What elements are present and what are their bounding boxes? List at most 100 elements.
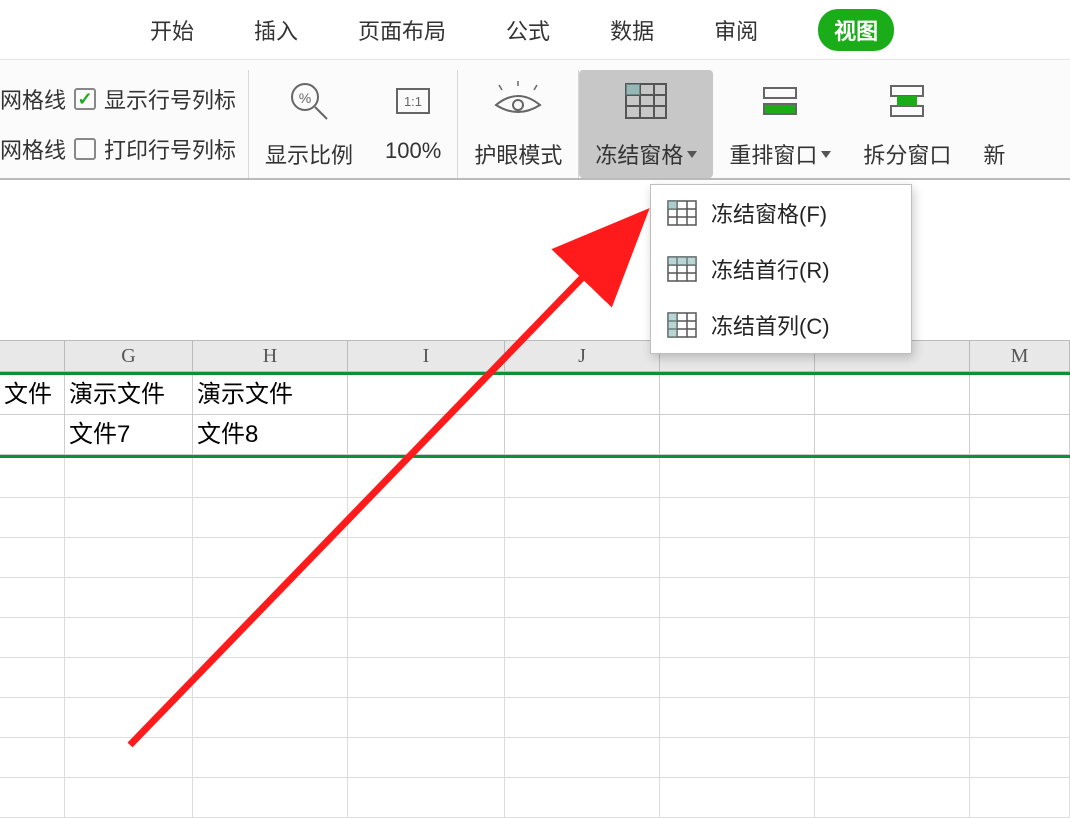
cell[interactable] bbox=[505, 458, 660, 498]
checkbox-print-headers[interactable]: 网格线 打印行号列标 bbox=[0, 133, 236, 165]
cell[interactable] bbox=[815, 498, 970, 538]
cell[interactable] bbox=[193, 538, 348, 578]
cell[interactable]: 文件 bbox=[0, 375, 65, 415]
cell[interactable]: 演示文件 bbox=[193, 375, 348, 415]
cell[interactable] bbox=[815, 415, 970, 455]
cell[interactable] bbox=[65, 578, 193, 618]
col-header-G[interactable]: G bbox=[65, 341, 193, 371]
tab-insert[interactable]: 插入 bbox=[254, 14, 298, 46]
cell[interactable] bbox=[193, 618, 348, 658]
freeze-panes-button[interactable]: 冻结窗格 bbox=[579, 70, 713, 178]
checkbox-icon[interactable] bbox=[74, 138, 96, 160]
cell[interactable] bbox=[505, 698, 660, 738]
cell[interactable] bbox=[505, 778, 660, 818]
cell[interactable] bbox=[348, 578, 505, 618]
cell[interactable] bbox=[348, 415, 505, 455]
arrange-windows-button[interactable]: 重排窗口 bbox=[713, 70, 847, 178]
cell[interactable] bbox=[970, 538, 1070, 578]
new-window-button[interactable]: 新 bbox=[967, 70, 1021, 178]
cell[interactable] bbox=[815, 698, 970, 738]
cell[interactable] bbox=[815, 458, 970, 498]
cell[interactable] bbox=[193, 578, 348, 618]
cell[interactable] bbox=[193, 458, 348, 498]
eye-protection-button[interactable]: 护眼模式 bbox=[458, 70, 579, 178]
cell[interactable] bbox=[348, 698, 505, 738]
cell[interactable] bbox=[348, 538, 505, 578]
cell[interactable] bbox=[348, 738, 505, 778]
cell[interactable] bbox=[348, 618, 505, 658]
cell[interactable] bbox=[65, 538, 193, 578]
cell[interactable] bbox=[505, 538, 660, 578]
cell[interactable] bbox=[970, 578, 1070, 618]
cell[interactable] bbox=[815, 375, 970, 415]
cell[interactable] bbox=[193, 738, 348, 778]
tab-data[interactable]: 数据 bbox=[610, 14, 654, 46]
cell[interactable] bbox=[348, 778, 505, 818]
col-header-M[interactable]: M bbox=[970, 341, 1070, 371]
cell[interactable] bbox=[660, 618, 815, 658]
col-header-J[interactable]: J bbox=[505, 341, 660, 371]
cell[interactable] bbox=[193, 698, 348, 738]
cell[interactable] bbox=[815, 618, 970, 658]
cell[interactable] bbox=[815, 778, 970, 818]
cell[interactable] bbox=[0, 778, 65, 818]
cell[interactable]: 文件8 bbox=[193, 415, 348, 455]
cell[interactable] bbox=[505, 415, 660, 455]
cell[interactable] bbox=[505, 578, 660, 618]
cell[interactable] bbox=[660, 498, 815, 538]
cell[interactable] bbox=[65, 618, 193, 658]
cell[interactable] bbox=[660, 538, 815, 578]
cell[interactable] bbox=[815, 738, 970, 778]
cell[interactable] bbox=[815, 578, 970, 618]
cell[interactable] bbox=[505, 738, 660, 778]
cell[interactable] bbox=[348, 458, 505, 498]
cell[interactable] bbox=[0, 658, 65, 698]
col-header-I[interactable]: I bbox=[348, 341, 505, 371]
cell[interactable] bbox=[970, 458, 1070, 498]
cell[interactable] bbox=[660, 458, 815, 498]
cell[interactable] bbox=[65, 698, 193, 738]
cell[interactable] bbox=[970, 415, 1070, 455]
cell[interactable] bbox=[970, 375, 1070, 415]
cell[interactable] bbox=[970, 658, 1070, 698]
cell[interactable]: 演示文件 bbox=[65, 375, 193, 415]
freeze-first-col-item[interactable]: 冻结首列(C) bbox=[651, 297, 911, 353]
cell[interactable] bbox=[970, 778, 1070, 818]
cell[interactable] bbox=[193, 498, 348, 538]
cell[interactable] bbox=[505, 498, 660, 538]
cell[interactable] bbox=[815, 538, 970, 578]
cell[interactable] bbox=[660, 578, 815, 618]
cell[interactable] bbox=[660, 415, 815, 455]
cell[interactable] bbox=[65, 778, 193, 818]
cell[interactable] bbox=[660, 738, 815, 778]
freeze-top-row-item[interactable]: 冻结首行(R) bbox=[651, 241, 911, 297]
cell[interactable] bbox=[0, 738, 65, 778]
zoom-100-button[interactable]: 1:1 100% bbox=[369, 70, 458, 178]
cell[interactable] bbox=[0, 578, 65, 618]
cell[interactable] bbox=[193, 658, 348, 698]
checkbox-show-headers[interactable]: 网格线 显示行号列标 bbox=[0, 83, 236, 115]
tab-review[interactable]: 审阅 bbox=[714, 14, 758, 46]
cell[interactable] bbox=[0, 538, 65, 578]
cell[interactable] bbox=[815, 658, 970, 698]
tab-layout[interactable]: 页面布局 bbox=[358, 14, 446, 46]
freeze-panes-item[interactable]: 冻结窗格(F) bbox=[651, 185, 911, 241]
tab-start[interactable]: 开始 bbox=[150, 14, 194, 46]
zoom-button[interactable]: % 显示比例 bbox=[249, 70, 369, 178]
cell[interactable] bbox=[970, 498, 1070, 538]
col-header-H[interactable]: H bbox=[193, 341, 348, 371]
cell[interactable] bbox=[0, 498, 65, 538]
cell[interactable] bbox=[65, 498, 193, 538]
tab-view[interactable]: 视图 bbox=[818, 9, 894, 51]
cell[interactable] bbox=[65, 458, 193, 498]
cell[interactable] bbox=[65, 658, 193, 698]
cell[interactable] bbox=[660, 658, 815, 698]
cell[interactable] bbox=[970, 738, 1070, 778]
cell[interactable] bbox=[660, 698, 815, 738]
cell[interactable] bbox=[348, 498, 505, 538]
cell[interactable] bbox=[348, 658, 505, 698]
checkbox-icon[interactable] bbox=[74, 88, 96, 110]
col-header[interactable] bbox=[0, 341, 65, 371]
cell[interactable] bbox=[505, 658, 660, 698]
cell[interactable] bbox=[660, 375, 815, 415]
